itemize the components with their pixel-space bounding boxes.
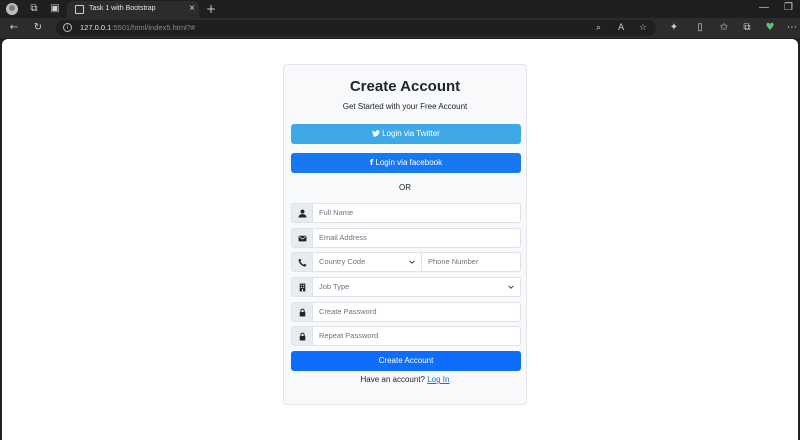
zoom-icon[interactable]: ⌕ xyxy=(596,22,601,34)
collections-icon[interactable]: ⧉ xyxy=(741,22,753,34)
phone-group: Country Code Phone Number xyxy=(291,252,521,272)
browser-tab-strip: ⧉ ▣ Task 1 with Bootstrap × + — ❐ xyxy=(0,0,800,18)
tab-title: Task 1 with Bootstrap xyxy=(89,5,156,12)
url-text[interactable]: 127.0.0.1:5501/html/index5.html?# xyxy=(80,23,195,33)
back-icon[interactable]: ← xyxy=(8,22,20,34)
signup-card: Create Account Get Started with your Fre… xyxy=(283,64,527,405)
page-subtitle: Get Started with your Free Account xyxy=(342,102,468,111)
full-name-input[interactable]: Full Name xyxy=(312,203,521,223)
new-tab-icon[interactable]: + xyxy=(205,3,217,15)
browser-essentials-icon[interactable]: ♥ xyxy=(764,22,776,34)
browser-tab[interactable]: Task 1 with Bootstrap × xyxy=(67,1,199,18)
twitter-icon xyxy=(372,124,381,144)
repeat-password-group: Repeat Password xyxy=(291,326,521,346)
tab-actions-icon[interactable]: ▣ xyxy=(49,3,61,15)
create-account-button[interactable]: Create Account xyxy=(291,351,521,371)
login-link[interactable]: Log In xyxy=(427,375,449,384)
job-type-select[interactable]: Job Type xyxy=(312,277,521,297)
email-group: Email Address xyxy=(291,228,521,248)
facebook-login-button[interactable]: f Login via facebook xyxy=(291,153,521,173)
close-tab-icon[interactable]: × xyxy=(189,3,195,15)
address-bar[interactable]: i 127.0.0.1:5501/html/index5.html?# ⌕ A … xyxy=(56,20,656,36)
favorite-star-icon[interactable]: ☆ xyxy=(639,22,647,34)
country-code-label: Country Code xyxy=(319,257,366,266)
envelope-icon xyxy=(291,228,312,248)
site-info-icon[interactable]: i xyxy=(63,23,72,32)
user-icon xyxy=(291,203,312,223)
create-password-input[interactable]: Create Password xyxy=(312,302,521,322)
page-viewport: Create Account Get Started with your Fre… xyxy=(2,39,798,440)
browser-toolbar: ← ↻ i 127.0.0.1:5501/html/index5.html?# … xyxy=(0,18,800,38)
building-icon xyxy=(291,277,312,297)
chevron-down-icon xyxy=(409,260,415,264)
more-menu-icon[interactable]: ⋯ xyxy=(786,22,798,34)
phone-number-input[interactable]: Phone Number xyxy=(422,252,521,272)
facebook-icon: f xyxy=(369,158,374,167)
minimize-icon[interactable]: — xyxy=(759,2,769,14)
repeat-password-input[interactable]: Repeat Password xyxy=(312,326,521,346)
restore-icon[interactable]: ❐ xyxy=(784,2,793,14)
country-code-select[interactable]: Country Code xyxy=(312,252,422,272)
split-screen-icon[interactable]: ▯ xyxy=(694,22,706,34)
page-title: Create Account xyxy=(349,78,461,95)
extensions-icon[interactable]: ✦ xyxy=(668,22,680,34)
have-account-line: Have an account? Log In xyxy=(284,375,526,385)
profile-avatar[interactable] xyxy=(6,3,18,15)
chevron-down-icon xyxy=(508,285,514,289)
password-group: Create Password xyxy=(291,302,521,322)
read-aloud-icon[interactable]: A xyxy=(618,22,624,34)
phone-icon xyxy=(291,252,312,272)
favorites-icon[interactable]: ✩ xyxy=(718,22,730,34)
or-divider: OR xyxy=(399,183,411,192)
refresh-icon[interactable]: ↻ xyxy=(32,22,44,34)
job-type-label: Job Type xyxy=(319,282,350,291)
email-input[interactable]: Email Address xyxy=(312,228,521,248)
twitter-login-button[interactable]: Login via Twitter xyxy=(291,124,521,144)
have-account-text: Have an account? xyxy=(360,375,426,384)
lock-icon xyxy=(291,326,312,346)
workspaces-icon[interactable]: ⧉ xyxy=(28,3,40,15)
full-name-group: Full Name xyxy=(291,203,521,223)
facebook-login-label: Login via facebook xyxy=(375,158,443,167)
lock-icon xyxy=(291,302,312,322)
page-favicon-icon xyxy=(75,5,84,14)
job-type-group: Job Type xyxy=(291,277,521,297)
twitter-login-label: Login via Twitter xyxy=(382,129,440,138)
